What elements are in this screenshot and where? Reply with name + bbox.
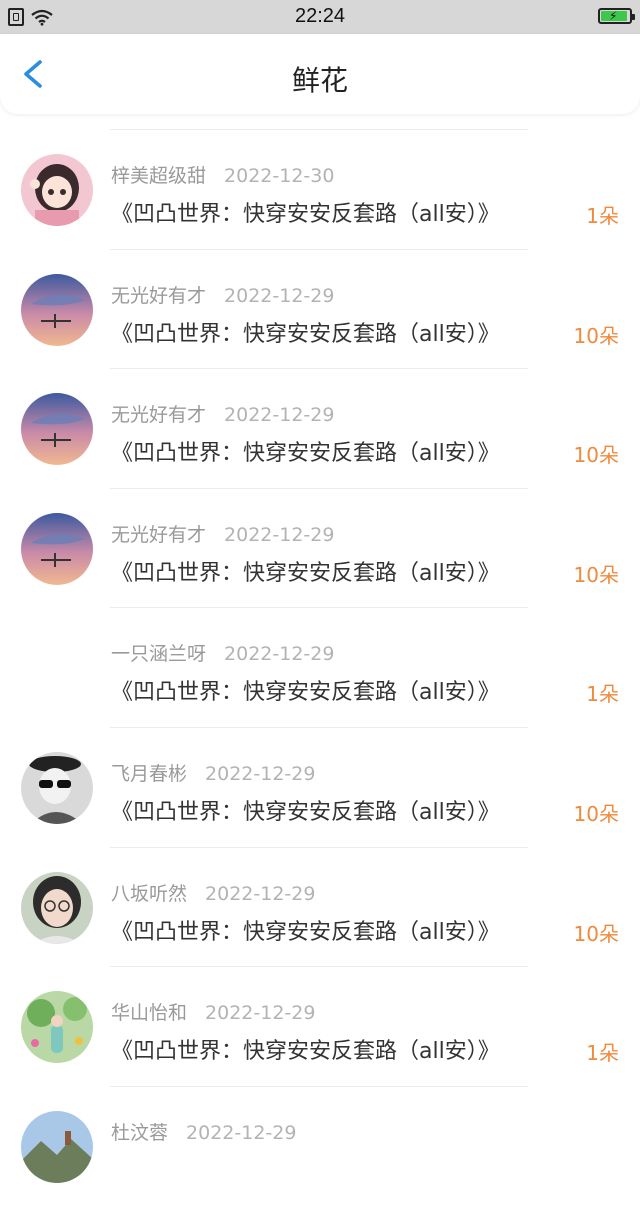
avatar[interactable] [21,752,93,824]
item-meta: 八坂听然 2022-12-29 [111,879,315,906]
user-name[interactable]: 八坂听然 [111,883,187,905]
list-item[interactable]: 杜汶蓉 2022-12-29 [0,1086,640,1205]
flower-count: 10朵 [573,562,619,587]
gift-date: 2022-12-29 [205,1002,316,1025]
user-name[interactable]: 无光好有才 [111,404,206,426]
page-title: 鲜花 [291,64,348,97]
gift-date: 2022-12-29 [205,882,316,905]
book-title[interactable]: 《凹凸世界：快穿安安反套路（all安）》 [111,794,500,826]
book-title[interactable]: 《凹凸世界：快穿安安反套路（all安）》 [111,316,500,348]
gift-date: 2022-12-29 [205,763,316,785]
gift-date: 2022-12-30 [224,165,335,187]
list-item[interactable]: 无光好有才 2022-12-29 《凹凸世界：快穿安安反套路（all安）》 10朵 [0,368,640,487]
list-item[interactable]: 无光好有才 2022-12-29 《凹凸世界：快穿安安反套路（all安）》 10朵 [0,249,640,368]
list-item[interactable]: 梓美超级甜 2022-12-30 《凹凸世界：快穿安安反套路（all安）》 1朵 [0,129,640,248]
flower-count: 1朵 [586,1041,619,1066]
flower-count: 1朵 [586,682,619,707]
avatar[interactable] [21,512,93,585]
clock: 22:24 [294,5,346,27]
list-item[interactable]: 飞月春彬 2022-12-29 《凹凸世界：快穿安安反套路（all安）》 10朵 [0,727,640,846]
flower-count: 10朵 [573,443,619,468]
flower-count: 10朵 [573,323,619,348]
book-title[interactable]: 《凹凸世界：快穿安安反套路（all安）》 [111,914,500,946]
item-meta: 杜汶蓉 2022-12-29 [111,1118,296,1145]
item-meta: 无光好有才 2022-12-29 [111,400,334,427]
item-meta: 无光好有才 2022-12-29 [111,520,334,547]
book-title[interactable]: 《凹凸世界：快穿安安反套路（all安）》 [111,555,500,587]
flower-count: 10朵 [573,921,619,946]
book-title[interactable]: 《凹凸世界：快穿安安反套路（all安）》 [111,1033,500,1065]
list-item[interactable]: 一只涵兰呀 2022-12-29 《凹凸世界：快穿安安反套路（all安）》 1朵 [0,607,640,726]
avatar[interactable] [21,1110,93,1183]
gift-date: 2022-12-29 [224,404,335,427]
flower-count: 1朵 [586,204,619,228]
avatar[interactable] [21,154,93,226]
book-title[interactable]: 《凹凸世界：快穿安安反套路（all安）》 [111,196,500,228]
user-name[interactable]: 杜汶蓉 [111,1122,168,1144]
gift-date: 2022-12-29 [224,523,335,546]
item-meta: 梓美超级甜 2022-12-30 [111,161,334,188]
status-bar: 22:24 ⚡ [0,0,640,34]
user-name[interactable]: 无光好有才 [111,285,206,307]
book-title[interactable]: 《凹凸世界：快穿安安反套路（all安）》 [111,435,500,467]
gift-date: 2022-12-29 [186,1121,297,1144]
nav-bar: 鲜花 [0,34,640,114]
user-name[interactable]: 无光好有才 [111,524,206,546]
user-name[interactable]: 飞月春彬 [111,763,187,785]
gift-date: 2022-12-29 [224,284,335,307]
item-meta: 一只涵兰呀 2022-12-29 [111,639,334,666]
list-item[interactable]: 华山怡和 2022-12-29 《凹凸世界：快穿安安反套路（all安）》 1朵 [0,966,640,1085]
flower-count: 10朵 [573,802,619,826]
gift-date: 2022-12-29 [224,643,335,666]
avatar[interactable] [21,393,93,466]
item-meta: 华山怡和 2022-12-29 [111,998,315,1025]
avatar[interactable] [21,991,93,1064]
book-title[interactable]: 《凹凸世界：快穿安安反套路（all安）》 [111,674,500,706]
avatar[interactable] [21,273,93,346]
list-item[interactable]: 无光好有才 2022-12-29 《凹凸世界：快穿安安反套路（all安）》 10朵 [0,488,640,607]
user-name[interactable]: 华山怡和 [111,1002,187,1024]
item-meta: 飞月春彬 2022-12-29 [111,759,315,786]
avatar[interactable] [21,871,93,944]
list-item[interactable]: 八坂听然 2022-12-29 《凹凸世界：快穿安安反套路（all安）》 10朵 [0,847,640,966]
user-name[interactable]: 一只涵兰呀 [111,643,206,665]
battery-icon: ⚡ [598,8,635,24]
item-meta: 无光好有才 2022-12-29 [111,281,334,308]
user-name[interactable]: 梓美超级甜 [111,165,206,187]
